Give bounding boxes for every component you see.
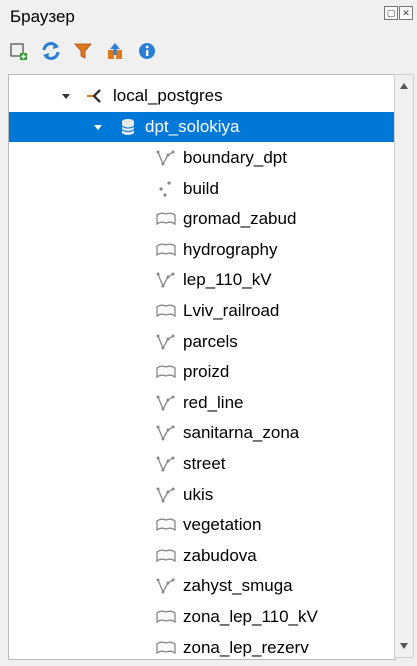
tree-item-label: Lviv_railroad: [183, 301, 280, 320]
tree-item-layer[interactable]: hydrography: [9, 235, 395, 265]
float-panel-icon[interactable]: ▢: [384, 6, 398, 20]
tree-item-label: street: [183, 454, 226, 473]
tree-item-label: gromad_zabud: [183, 209, 297, 229]
polygon-layer-icon: [155, 638, 177, 658]
tree-item-layer[interactable]: vegetation: [9, 510, 395, 540]
tree-item-layer[interactable]: zabudova: [9, 541, 395, 571]
tree-item-label: zabudova: [183, 545, 257, 565]
tree-item-label: local_postgres: [113, 86, 223, 105]
tree-item-layer[interactable]: zona_lep_110_kV: [9, 602, 395, 632]
tree-item-label: vegetation: [183, 515, 262, 535]
line-layer-icon: [155, 332, 177, 352]
line-layer-icon: [155, 148, 177, 168]
tree-item-label: zahyst_smuga: [183, 576, 293, 596]
refresh-icon[interactable]: [40, 40, 62, 62]
polygon-layer-icon: [155, 240, 177, 260]
close-panel-icon[interactable]: ✕: [399, 6, 413, 20]
tree-item-label: boundary_dpt: [183, 148, 287, 167]
tree-item-layer[interactable]: Lviv_railroad: [9, 296, 395, 326]
line-layer-icon: [155, 393, 177, 413]
tree-item-label: red_line: [183, 392, 244, 412]
tree-item-layer[interactable]: zona_lep_rezerv: [9, 633, 395, 659]
tree-item-layer[interactable]: sanitarna_zona: [9, 418, 395, 448]
panel-title: Браузер: [10, 7, 75, 26]
browser-toolbar: [8, 38, 158, 64]
polygon-layer-icon: [155, 362, 177, 382]
line-layer-icon: [155, 454, 177, 474]
tree-item-layer[interactable]: red_line: [9, 388, 395, 418]
tree-item-label: parcels: [183, 331, 238, 351]
tree-item-layer[interactable]: boundary_dpt: [9, 143, 395, 173]
polygon-layer-icon: [155, 546, 177, 566]
line-layer-icon: [155, 270, 177, 290]
collapse-all-icon[interactable]: [104, 40, 126, 62]
tree-item-layer[interactable]: parcels: [9, 327, 395, 357]
polygon-layer-icon: [155, 607, 177, 627]
polygon-layer-icon: [155, 515, 177, 535]
line-layer-icon: [155, 423, 177, 443]
tree-item-label: zona_lep_rezerv: [183, 637, 309, 657]
database-schema-icon: [117, 117, 139, 137]
scroll-thumb[interactable]: [397, 97, 411, 632]
tree-item-connection[interactable]: local_postgres: [9, 81, 395, 111]
tree-item-label: hydrography: [183, 239, 278, 259]
polygon-layer-icon: [155, 209, 177, 229]
expand-arrow-icon[interactable]: [91, 120, 105, 134]
tree-item-layer[interactable]: street: [9, 449, 395, 479]
tree-item-label: dpt_solokiya: [145, 117, 240, 136]
expand-arrow-icon[interactable]: [59, 89, 73, 103]
tree-item-layer[interactable]: proizd: [9, 357, 395, 387]
tree-scrollbar[interactable]: [394, 74, 414, 658]
info-icon[interactable]: [136, 40, 158, 62]
tree-item-label: ukis: [183, 484, 214, 504]
panel-titlebar: Браузер ▢ ✕: [0, 0, 417, 32]
tree-item-layer[interactable]: lep_110_kV: [9, 265, 395, 295]
tree-item-label: proizd: [183, 362, 230, 382]
tree-item-label: sanitarna_zona: [183, 423, 300, 443]
tree-item-layer[interactable]: ukis: [9, 480, 395, 510]
tree-item-schema[interactable]: dpt_solokiya: [9, 112, 395, 142]
tree-item-label: build: [183, 178, 219, 198]
tree-item-layer[interactable]: gromad_zabud: [9, 204, 395, 234]
tree-item-label: lep_110_kV: [183, 270, 272, 290]
point-layer-icon: [155, 179, 177, 199]
postgres-connection-icon: [85, 86, 107, 106]
line-layer-icon: [155, 576, 177, 596]
line-layer-icon: [155, 485, 177, 505]
browser-tree[interactable]: local_postgres dpt_solokiya boundary_dpt…: [8, 74, 396, 660]
tree-item-layer[interactable]: zahyst_smuga: [9, 571, 395, 601]
scroll-up-icon[interactable]: [395, 77, 413, 95]
polygon-layer-icon: [155, 301, 177, 321]
tree-item-layer[interactable]: build: [9, 174, 395, 204]
filter-icon[interactable]: [72, 40, 94, 62]
scroll-down-icon[interactable]: [395, 637, 413, 655]
browser-panel: Браузер ▢ ✕ local_postgres dpt_solokiya …: [0, 0, 417, 666]
tree-item-label: zona_lep_110_kV: [183, 607, 318, 626]
add-selected-layers-icon[interactable]: [8, 40, 30, 62]
